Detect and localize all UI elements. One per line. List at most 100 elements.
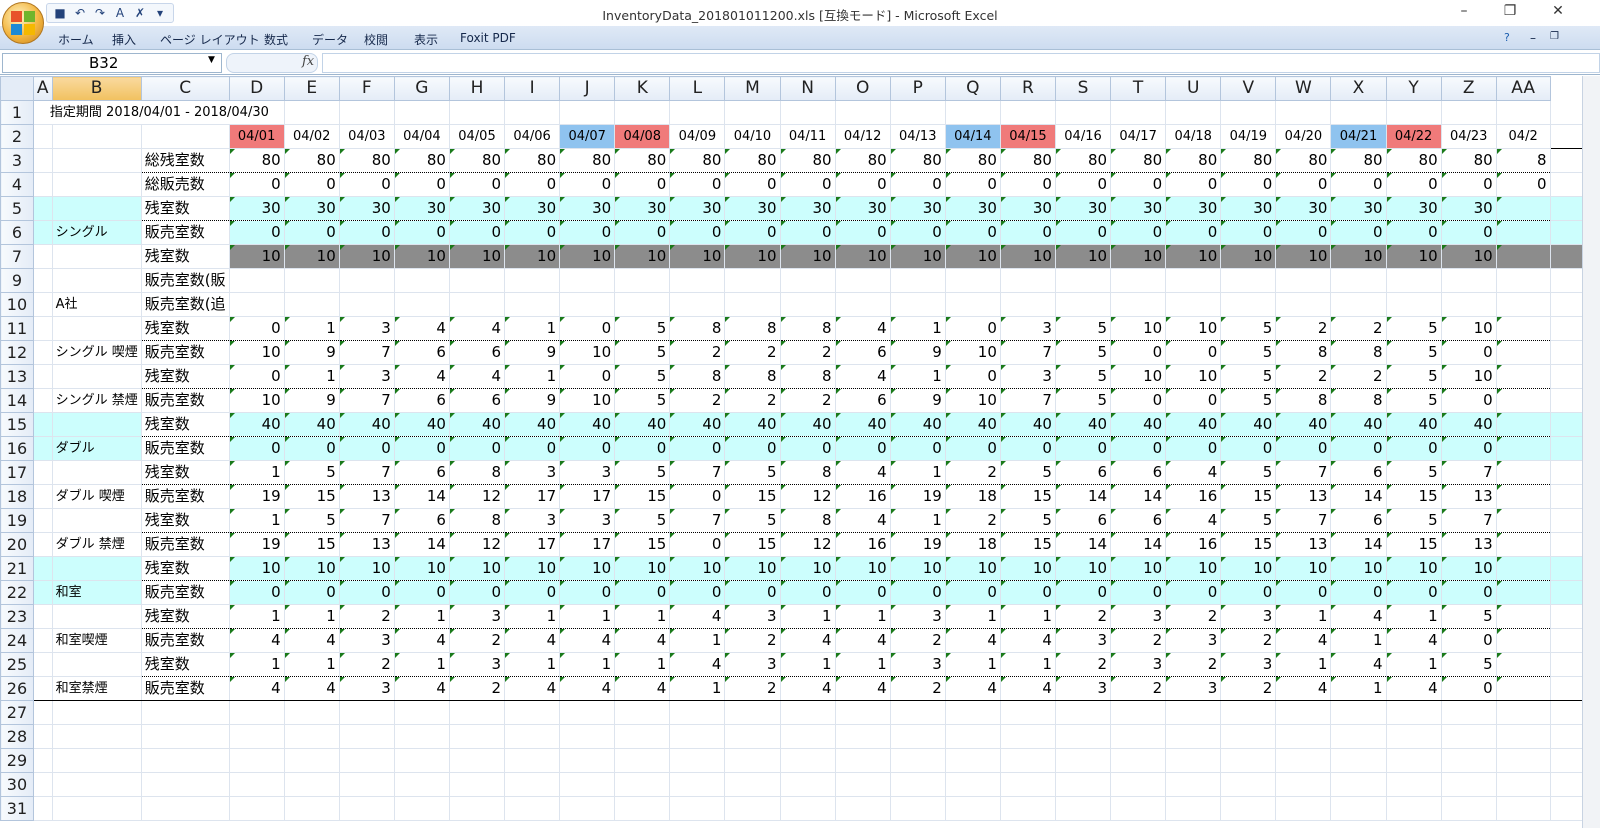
value-cell[interactable] xyxy=(669,268,726,293)
cell[interactable] xyxy=(33,340,53,365)
value-cell[interactable]: 13 xyxy=(1275,484,1332,509)
cell[interactable] xyxy=(284,700,340,725)
row-header[interactable]: 29 xyxy=(0,748,34,773)
cell[interactable] xyxy=(1220,772,1277,797)
value-cell[interactable]: 30 xyxy=(724,196,781,221)
value-cell[interactable]: 13 xyxy=(338,484,395,509)
value-cell[interactable]: 5 xyxy=(1220,460,1277,485)
value-cell[interactable]: 30 xyxy=(944,196,1001,221)
value-cell[interactable]: 13 xyxy=(1440,532,1497,557)
value-cell[interactable]: 80 xyxy=(1110,148,1167,173)
value-cell[interactable]: 40 xyxy=(834,412,891,437)
row-label[interactable]: 販売室数(販 xyxy=(140,268,230,293)
value-cell[interactable]: 10 xyxy=(1110,364,1167,389)
value-cell[interactable]: 10 xyxy=(1440,316,1497,341)
cell[interactable] xyxy=(559,724,616,749)
value-cell[interactable]: 0 xyxy=(228,220,285,245)
cell[interactable] xyxy=(1275,724,1332,749)
value-cell[interactable]: 14 xyxy=(1054,484,1112,509)
value-cell[interactable]: 7 xyxy=(999,388,1056,413)
value-cell[interactable]: 0 xyxy=(559,172,616,197)
cell[interactable] xyxy=(504,724,561,749)
value-cell[interactable] xyxy=(889,268,946,293)
value-cell[interactable]: 14 xyxy=(1110,532,1167,557)
date-header[interactable]: 04/06 xyxy=(504,124,561,149)
cell[interactable] xyxy=(229,748,285,773)
value-cell[interactable]: 2 xyxy=(944,508,1001,533)
value-cell[interactable]: 10 xyxy=(228,340,285,365)
value-cell[interactable]: 6 xyxy=(834,388,891,413)
cell[interactable] xyxy=(284,748,340,773)
value-cell[interactable]: 3 xyxy=(1054,676,1112,701)
row-header[interactable]: 12 xyxy=(0,340,34,365)
cell[interactable] xyxy=(559,748,616,773)
value-cell[interactable]: 10 xyxy=(393,556,450,581)
value-cell[interactable]: 7 xyxy=(669,508,726,533)
group-label[interactable]: 和室禁煙 xyxy=(51,676,142,701)
value-cell[interactable]: 0 xyxy=(393,172,450,197)
cell[interactable] xyxy=(33,532,53,557)
cell[interactable] xyxy=(1330,772,1387,797)
cell[interactable] xyxy=(1165,700,1222,725)
group-label[interactable] xyxy=(51,244,142,269)
cell[interactable] xyxy=(33,172,53,197)
value-cell[interactable]: 1 xyxy=(283,316,340,341)
row-header[interactable]: 18 xyxy=(0,484,34,509)
value-cell[interactable]: 5 xyxy=(1220,508,1277,533)
value-cell[interactable]: 0 xyxy=(1275,580,1332,605)
value-cell[interactable]: 40 xyxy=(1330,412,1387,437)
value-cell[interactable]: 4 xyxy=(779,628,836,653)
value-cell[interactable]: 40 xyxy=(1440,412,1497,437)
cell[interactable] xyxy=(33,316,53,341)
cell[interactable] xyxy=(1386,748,1442,773)
period-label[interactable]: 指定期間 2018/04/01 - 2018/04/30 xyxy=(33,100,285,125)
value-cell[interactable]: 80 xyxy=(393,148,450,173)
value-cell[interactable] xyxy=(448,292,506,317)
value-cell[interactable]: 5 xyxy=(1385,340,1442,365)
value-cell[interactable]: 0 xyxy=(1275,436,1332,461)
cell[interactable] xyxy=(339,772,395,797)
value-cell[interactable]: 80 xyxy=(669,148,726,173)
value-cell[interactable]: 10 xyxy=(1440,556,1497,581)
column-header-H[interactable]: H xyxy=(448,76,506,101)
value-cell[interactable] xyxy=(338,292,395,317)
value-cell[interactable]: 18 xyxy=(944,532,1001,557)
value-cell[interactable] xyxy=(504,292,561,317)
cell[interactable] xyxy=(52,700,142,725)
column-header-AA[interactable]: AA xyxy=(1495,76,1551,101)
value-cell[interactable] xyxy=(614,292,671,317)
cell[interactable] xyxy=(724,100,781,125)
value-cell[interactable]: 9 xyxy=(889,340,946,365)
value-cell[interactable]: 0 xyxy=(338,172,395,197)
value-cell[interactable]: 10 xyxy=(1330,244,1387,269)
value-cell[interactable]: 1 xyxy=(614,604,671,629)
value-cell[interactable]: 40 xyxy=(779,412,836,437)
value-cell[interactable]: 40 xyxy=(669,412,726,437)
cell[interactable] xyxy=(33,652,53,677)
cell[interactable] xyxy=(394,724,450,749)
value-cell[interactable]: 4 xyxy=(614,628,671,653)
value-cell[interactable]: 1 xyxy=(889,364,946,389)
row-label[interactable]: 販売室数 xyxy=(140,220,230,245)
cell[interactable] xyxy=(614,748,671,773)
value-cell[interactable]: 0 xyxy=(614,436,671,461)
cell[interactable] xyxy=(394,772,450,797)
value-cell[interactable]: 80 xyxy=(504,148,561,173)
cell[interactable] xyxy=(614,100,671,125)
row-header[interactable]: 22 xyxy=(0,580,34,605)
row-label[interactable]: 販売室数 xyxy=(140,628,230,653)
value-cell[interactable]: 40 xyxy=(614,412,671,437)
value-cell[interactable]: 0 xyxy=(448,172,506,197)
value-cell[interactable]: 1 xyxy=(944,604,1001,629)
cell[interactable] xyxy=(1386,796,1442,821)
cell[interactable] xyxy=(449,748,506,773)
cell[interactable] xyxy=(1055,796,1112,821)
value-cell[interactable]: 5 xyxy=(614,508,671,533)
row-header[interactable]: 2 xyxy=(0,124,34,149)
cell[interactable] xyxy=(504,796,561,821)
value-cell[interactable]: 0 xyxy=(1440,388,1497,413)
value-cell[interactable]: 5 xyxy=(724,460,781,485)
cell[interactable] xyxy=(33,556,53,581)
value-cell[interactable]: 0 xyxy=(724,220,781,245)
value-cell[interactable]: 0 xyxy=(944,580,1001,605)
